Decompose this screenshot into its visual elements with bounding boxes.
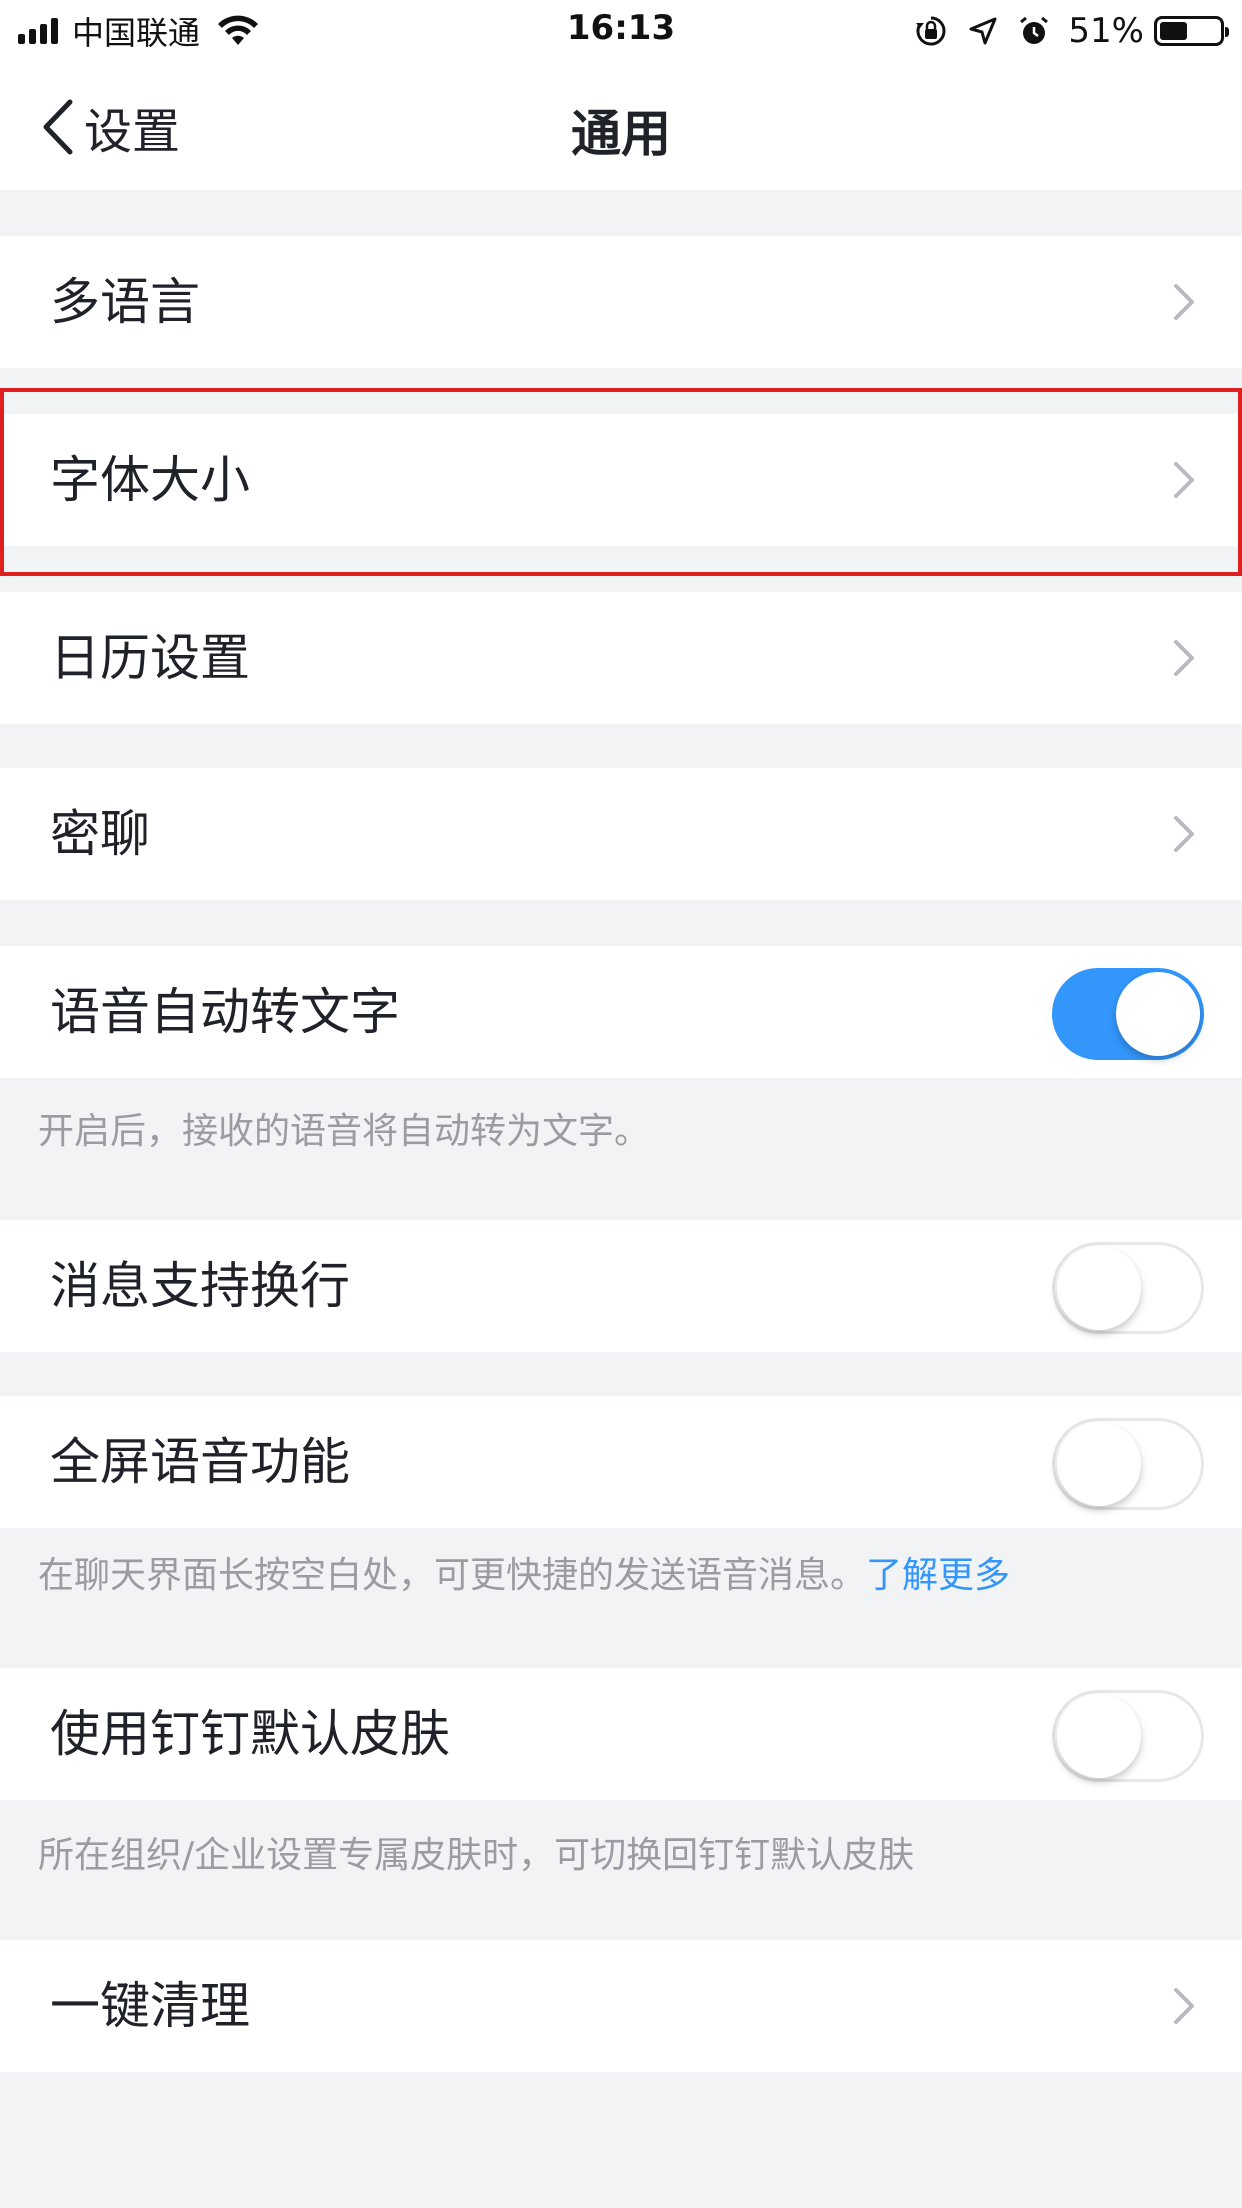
settings-item-fullscreen-voice: 全屏语音功能 (0, 1396, 1242, 1528)
voice-to-text-toggle[interactable] (1052, 968, 1204, 1060)
settings-item-label: 一键清理 (50, 1977, 250, 2035)
settings-item-label: 消息支持换行 (50, 1257, 350, 1315)
settings-item-message-newline: 消息支持换行 (0, 1220, 1242, 1352)
chevron-right-icon (1174, 640, 1194, 676)
settings-item-label: 语音自动转文字 (50, 983, 400, 1041)
default-skin-description: 所在组织/企业设置专属皮肤时，可切换回钉钉默认皮肤 (38, 1835, 915, 1876)
page-title: 通用 (571, 105, 671, 163)
settings-item-label: 使用钉钉默认皮肤 (50, 1705, 450, 1763)
nav-bar: 设置 通用 (0, 62, 1242, 190)
settings-item-one-click-clean[interactable]: 一键清理 (0, 1940, 1242, 2072)
settings-item-secret-chat[interactable]: 密聊 (0, 768, 1242, 900)
location-icon (969, 17, 997, 45)
settings-item-font-size[interactable]: 字体大小 (0, 414, 1242, 546)
alarm-icon (1020, 16, 1049, 44)
chevron-right-icon (1174, 462, 1194, 498)
toggle-knob (1116, 972, 1200, 1056)
status-right: 51% (894, 10, 1229, 52)
chevron-right-icon (1174, 284, 1194, 320)
battery-fill (1160, 22, 1187, 40)
chevron-right-icon (1174, 816, 1194, 852)
settings-item-default-skin: 使用钉钉默认皮肤 (0, 1668, 1242, 1800)
settings-item-language[interactable]: 多语言 (0, 236, 1242, 368)
settings-item-calendar[interactable]: 日历设置 (0, 592, 1242, 724)
message-newline-toggle[interactable] (1052, 1242, 1204, 1334)
settings-item-label: 字体大小 (50, 451, 250, 509)
toggle-knob (1057, 1246, 1141, 1330)
voice-to-text-description: 开启后，接收的语音将自动转为文字。 (38, 1111, 651, 1152)
settings-item-label: 日历设置 (50, 629, 250, 687)
toggle-knob (1057, 1694, 1141, 1778)
settings-item-label: 全屏语音功能 (50, 1433, 350, 1491)
default-skin-toggle[interactable] (1052, 1690, 1204, 1782)
learn-more-link[interactable]: 了解更多 (866, 1555, 1010, 1596)
toggle-knob (1057, 1422, 1141, 1506)
settings-item-voice-to-text: 语音自动转文字 (0, 946, 1242, 1078)
battery-icon (1154, 16, 1229, 46)
fullscreen-voice-toggle[interactable] (1052, 1418, 1204, 1510)
rotation-lock-icon (916, 16, 946, 46)
fullscreen-voice-description: 在聊天界面长按空白处，可更快捷的发送语音消息。了解更多 (38, 1546, 1010, 1598)
settings-item-label: 密聊 (50, 805, 150, 863)
settings-item-label: 多语言 (50, 273, 200, 331)
chevron-right-icon (1174, 1988, 1194, 2024)
battery-percentage: 51% (1068, 11, 1144, 51)
fullscreen-voice-description-text: 在聊天界面长按空白处，可更快捷的发送语音消息。 (38, 1555, 867, 1596)
status-bar: 中国联通 16:13 51% (0, 0, 1242, 62)
